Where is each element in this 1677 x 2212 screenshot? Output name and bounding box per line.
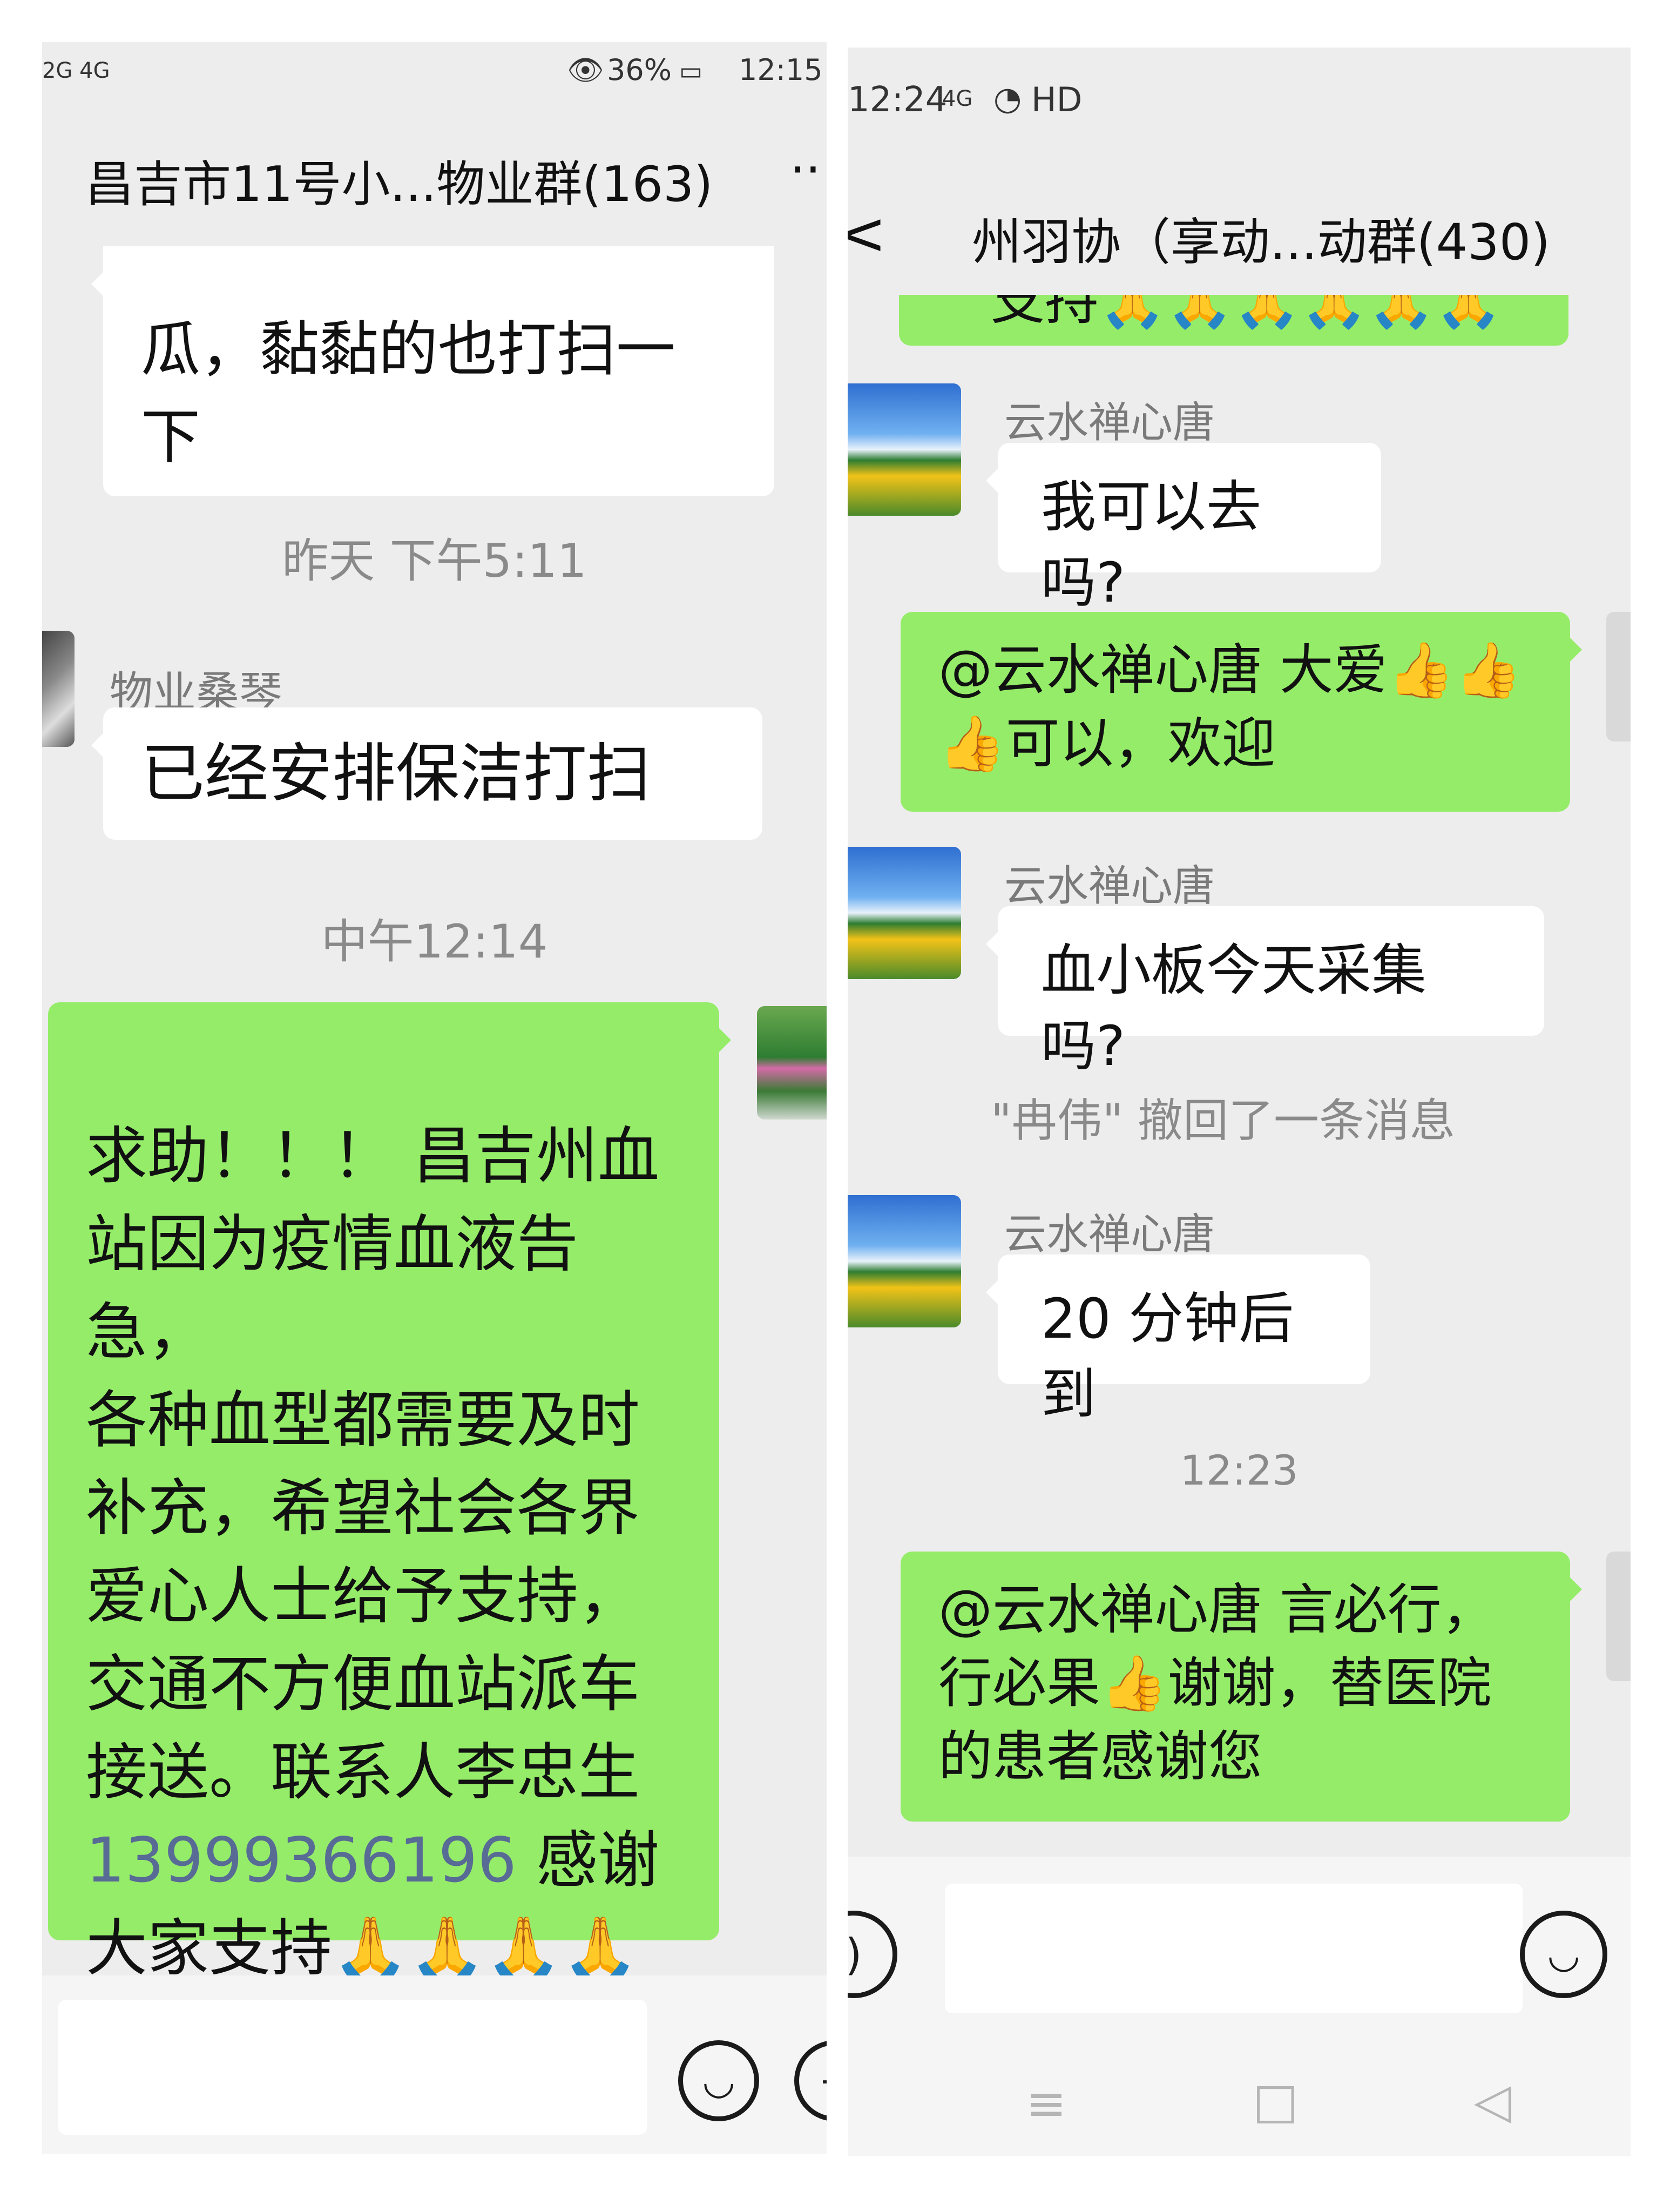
more-icon[interactable]: − <box>794 2040 827 2121</box>
battery-icon: ▭ <box>679 56 703 85</box>
avatar[interactable] <box>848 847 961 979</box>
back-button[interactable]: < <box>848 199 887 268</box>
chat-title: 昌吉市11号小...物业群(163) <box>85 156 713 213</box>
smiley-icon[interactable]: ◡ <box>678 2040 759 2121</box>
avatar[interactable] <box>1606 1552 1631 1681</box>
message-bubble[interactable]: @云水禅心唐 言必行， 行必果👍谢谢，替医院 的患者感谢您 <box>901 1552 1582 1822</box>
timestamp: 昨天 下午5:11 <box>282 534 587 588</box>
message-text: 求助！！！ 昌吉州血 站因为疫情血液告急， 各种血型都需要及时 补充，希望社会各… <box>86 1120 660 1808</box>
left-chat-screen: 2G 4G 👁 36% ▭ 12:15 昌吉市11号小...物业群(163) ·… <box>42 42 827 2154</box>
input-bar: ◡ − <box>42 1975 827 2154</box>
timestamp: 12:23 <box>1180 1446 1299 1494</box>
back-icon[interactable]: ◁ <box>1474 2073 1511 2129</box>
menu-icon[interactable]: ≡ <box>1026 2075 1066 2132</box>
sender-name: 云水禅心唐 <box>1004 399 1215 447</box>
signal-indicator: 2G 4G <box>42 58 110 83</box>
message-bubble[interactable]: @云水禅心唐 大爱👍👍 👍可以，欢迎 <box>901 612 1582 812</box>
message-bubble[interactable]: 我可以去吗? <box>986 443 1381 615</box>
message-bubble[interactable]: 求助！！！ 昌吉州血 站因为疫情血液告急， 各种血型都需要及时 补充，希望社会各… <box>48 1002 731 2072</box>
phone-number-link[interactable]: 13999366196 <box>86 1824 517 1896</box>
eye-icon: 👁 <box>567 53 604 87</box>
message-bubble[interactable]: 支持🙏🙏🙏🙏🙏🙏 <box>899 295 1568 346</box>
avatar[interactable] <box>1606 612 1631 741</box>
sender-name: 云水禅心唐 <box>1004 1210 1215 1259</box>
message-bubble[interactable]: 血小板今天采集吗? <box>986 906 1544 1078</box>
right-chat-screen: 12:24 4G ◔ HD < 州羽协（享动...动群(430) 支持🙏🙏🙏🙏🙏… <box>848 48 1631 2156</box>
message-bubble[interactable]: 已经安排保洁打扫 <box>91 707 762 840</box>
message-bubble[interactable]: 瓜，黏黏的也打扫一 下 <box>91 246 774 496</box>
avatar[interactable] <box>42 631 75 747</box>
avatar[interactable] <box>848 383 961 516</box>
avatar[interactable] <box>848 1195 961 1327</box>
battery-percent: 36% <box>607 53 672 87</box>
message-bubble[interactable]: 20 分钟后到 <box>986 1255 1370 1427</box>
hd-indicator: HD <box>1031 80 1083 119</box>
sender-name: 云水禅心唐 <box>1004 862 1215 911</box>
smiley-icon[interactable]: ◡ <box>1520 1911 1607 1998</box>
clock: 12:15 <box>739 53 823 87</box>
timestamp: 中午12:14 <box>321 915 548 969</box>
input-bar: ) ◡ ≡ □ ◁ <box>848 1857 1631 2156</box>
message-input[interactable] <box>58 2000 647 2135</box>
home-icon[interactable]: □ <box>1253 2073 1299 2129</box>
chat-header: 昌吉市11号小...物业群(163) ·· <box>42 118 827 226</box>
voice-icon[interactable]: ) <box>848 1911 897 1998</box>
wifi-icon: ◔ <box>993 80 1022 118</box>
message-text: 支持🙏🙏🙏🙏🙏🙏 <box>991 295 1503 332</box>
more-options-button[interactable]: ·· <box>790 141 821 198</box>
clock: 12:24 <box>848 80 948 120</box>
chat-title: 州羽协（享动...动群(430) <box>972 213 1551 271</box>
avatar[interactable] <box>757 1006 827 1120</box>
status-bar: 2G 4G 👁 36% ▭ 12:15 <box>42 42 827 102</box>
network-indicator: 4G <box>942 86 973 111</box>
message-input[interactable] <box>945 1884 1523 2013</box>
chat-header: < 州羽协（享动...动群(430) <box>848 150 1631 271</box>
recall-notice: "冉伟" 撤回了一条消息 <box>991 1094 1455 1147</box>
status-bar: 12:24 4G ◔ HD <box>848 48 1631 120</box>
